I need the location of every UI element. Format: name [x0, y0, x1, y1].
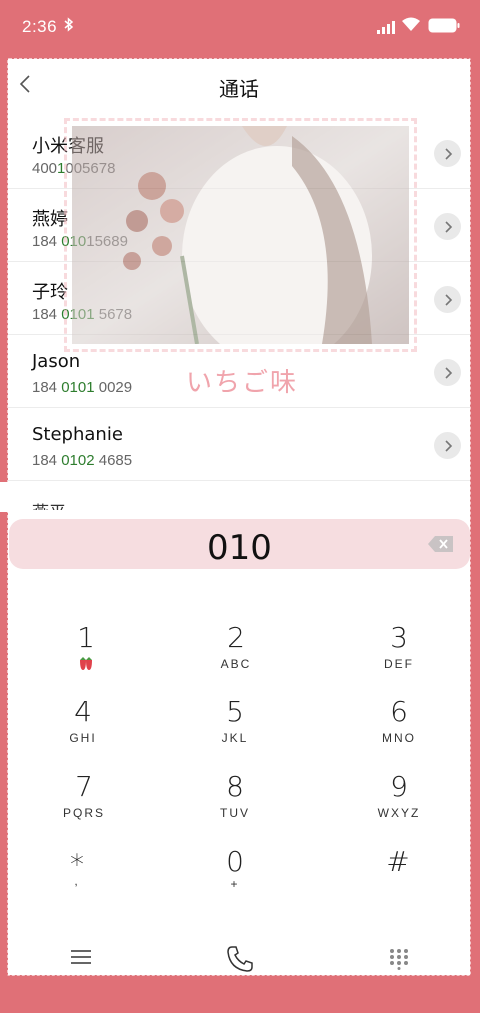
contact-number: 184 0101 0029	[32, 379, 133, 396]
key-digit: 5	[226, 695, 244, 728]
status-time: 2:36	[22, 17, 58, 36]
key-letters: ,	[74, 874, 80, 888]
wifi-icon	[401, 16, 421, 32]
key-4[interactable]: 4 GHI	[23, 697, 143, 767]
page-title: 通话	[219, 77, 259, 101]
key-letters: TUV	[220, 806, 250, 820]
key-1[interactable]: 1	[26, 623, 146, 693]
dial-display: 010	[9, 519, 470, 569]
partial-contact-name: 燕平	[32, 498, 66, 510]
phone-icon[interactable]	[226, 945, 254, 978]
key-letters: GHI	[69, 731, 97, 745]
key-digit: 4	[74, 695, 92, 728]
key-6[interactable]: 6 MNO	[339, 697, 459, 767]
bluetooth-icon	[64, 17, 74, 36]
key-0[interactable]: 0 +	[175, 847, 295, 917]
key-letters: ABC	[220, 657, 252, 671]
key-digit: 3	[390, 621, 408, 654]
strawberry-icon	[26, 655, 146, 678]
key-digit: 1	[77, 621, 95, 654]
details-button[interactable]	[434, 286, 461, 313]
background-photo	[64, 118, 417, 352]
chevron-right-icon	[444, 439, 452, 452]
key-2[interactable]: 2 ABC	[176, 623, 296, 693]
key-digit: 8	[226, 770, 244, 803]
details-button[interactable]	[434, 213, 461, 240]
dialed-number: 010	[207, 528, 272, 568]
key-digit: 9	[390, 770, 408, 803]
key-letters: MNO	[382, 731, 416, 745]
key-9[interactable]: 9 WXYZ	[339, 772, 459, 842]
contact-name: 子玲	[32, 282, 68, 303]
key-letters: DEF	[384, 657, 414, 671]
key-digit: #	[386, 845, 410, 878]
header: 通话	[8, 59, 470, 111]
keypad: 1 2 ABC 3 DEF 4 GHI 5 JKL 6 MNO 7 PQRS 8…	[8, 575, 470, 975]
menu-icon[interactable]	[71, 949, 91, 970]
backspace-button[interactable]	[427, 535, 455, 553]
key-7[interactable]: 7 PQRS	[24, 772, 144, 842]
contact-row[interactable]: Stephanie 184 0102 4685	[8, 408, 470, 481]
key-letters: JKL	[221, 731, 249, 745]
chevron-right-icon	[444, 220, 452, 233]
key-letters: PQRS	[62, 806, 105, 820]
key-star[interactable]: * ,	[17, 850, 137, 920]
status-bar: 2:36	[0, 0, 480, 52]
side-strip	[0, 482, 8, 512]
details-button[interactable]	[434, 359, 461, 386]
key-hash[interactable]: #	[338, 847, 458, 917]
contact-name: Jason	[32, 351, 81, 372]
chevron-right-icon	[444, 366, 452, 379]
details-button[interactable]	[434, 432, 461, 459]
key-8[interactable]: 8 TUV	[175, 772, 295, 842]
key-3[interactable]: 3 DEF	[339, 623, 459, 693]
signal-icon	[377, 19, 395, 34]
contact-number: 184 0102 4685	[32, 452, 133, 469]
key-letters: +	[230, 877, 240, 891]
keypad-icon[interactable]	[389, 948, 409, 975]
photo-image	[72, 126, 409, 344]
chevron-right-icon	[444, 293, 452, 306]
contact-name: Stephanie	[32, 424, 123, 445]
key-digit: 0	[226, 845, 244, 878]
backspace-icon	[428, 536, 453, 552]
key-letters: WXYZ	[377, 806, 421, 820]
key-digit: 6	[390, 695, 408, 728]
brand-text: いちご味	[186, 368, 299, 398]
details-button[interactable]	[434, 140, 461, 167]
key-digit: 2	[227, 621, 245, 654]
key-digit: 7	[75, 770, 93, 803]
chevron-right-icon	[444, 147, 452, 160]
battery-icon	[428, 18, 460, 33]
contact-name: 燕婷	[32, 209, 68, 230]
key-5[interactable]: 5 JKL	[175, 697, 295, 767]
